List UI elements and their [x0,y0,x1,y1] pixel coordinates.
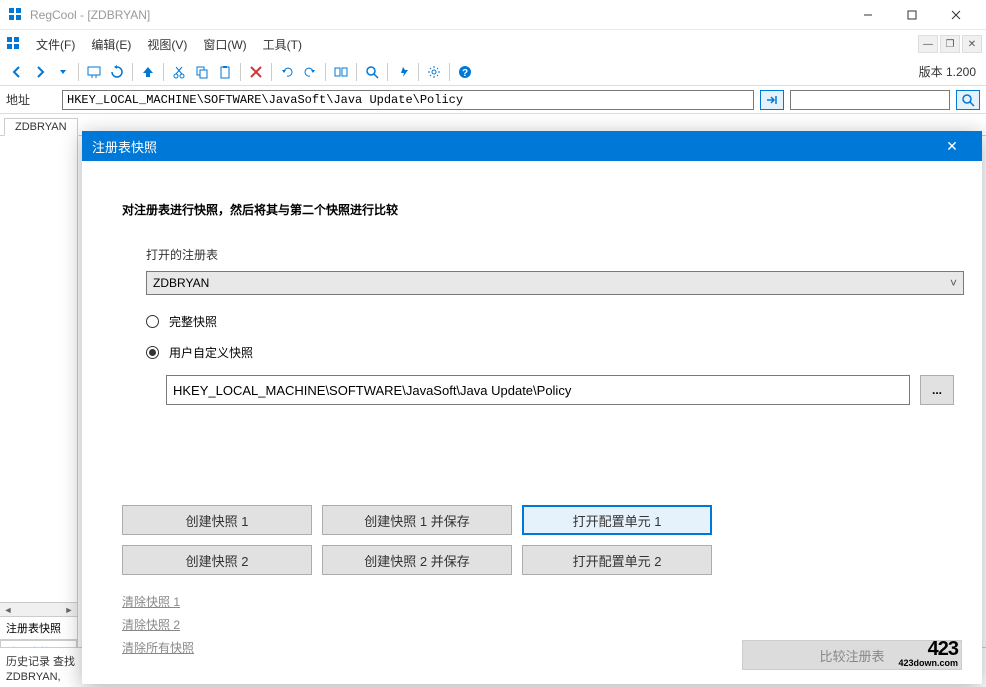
tree-view[interactable] [0,136,77,602]
svg-text:?: ? [462,68,468,79]
dialog-titlebar: 注册表快照 ✕ [82,131,982,161]
forward-button[interactable] [29,61,51,83]
browse-button[interactable]: ... [920,375,954,405]
search-input[interactable] [790,90,950,110]
radio-custom-circle [146,346,159,359]
window-titlebar: RegCool - [ZDBRYAN] [0,0,986,30]
create-snapshot-2-save-button[interactable]: 创建快照 2 并保存 [322,545,512,575]
sidebar: ◄► 注册表快照 注册表快照 [0,136,78,663]
app-icon [8,7,24,23]
dialog-title: 注册表快照 [92,137,157,156]
version-label: 版本 1.200 [919,63,980,80]
help-icon[interactable]: ? [454,61,476,83]
horizontal-scrollbar[interactable]: ◄► [0,602,77,616]
maximize-button[interactable] [890,0,934,30]
menu-view[interactable]: 视图(V) [139,32,195,57]
redo-icon[interactable] [299,61,321,83]
registry-combo-value: ZDBRYAN [153,276,209,290]
menu-file[interactable]: 文件(F) [28,32,83,57]
sidebar-tab-snapshot-header: 注册表快照 [0,617,77,640]
radio-custom-snapshot[interactable]: 用户自定义快照 [146,344,954,361]
search-button[interactable] [956,90,980,110]
window-title: RegCool - [ZDBRYAN] [30,8,150,22]
open-config-unit-2-button[interactable]: 打开配置单元 2 [522,545,712,575]
custom-path-input[interactable] [166,375,910,405]
copy-icon[interactable] [191,61,213,83]
create-snapshot-1-button[interactable]: 创建快照 1 [122,505,312,535]
address-go-button[interactable] [760,90,784,110]
refresh-icon[interactable] [106,61,128,83]
toolbar: ? 版本 1.200 [0,58,986,86]
up-arrow-icon[interactable] [137,61,159,83]
snapshot-dialog: 注册表快照 ✕ 对注册表进行快照，然后将其与第二个快照进行比较 打开的注册表 Z… [82,131,982,684]
mdi-restore-button[interactable]: ❐ [940,35,960,53]
open-config-unit-1-button[interactable]: 打开配置单元 1 [522,505,712,535]
dialog-close-button[interactable]: ✕ [932,131,972,161]
radio-full-label: 完整快照 [169,313,217,330]
undo-icon[interactable] [276,61,298,83]
radio-custom-label: 用户自定义快照 [169,344,253,361]
create-snapshot-2-button[interactable]: 创建快照 2 [122,545,312,575]
dropdown-arrow[interactable] [52,61,74,83]
mdi-minimize-button[interactable]: — [918,35,938,53]
tab-main[interactable]: ZDBRYAN [4,118,78,136]
radio-full-snapshot[interactable]: 完整快照 [146,313,954,330]
search-icon[interactable] [361,61,383,83]
close-button[interactable] [934,0,978,30]
create-snapshot-1-save-button[interactable]: 创建快照 1 并保存 [322,505,512,535]
settings-icon[interactable] [423,61,445,83]
clear-snapshot-1-link[interactable]: 清除快照 1 [122,593,954,610]
address-input[interactable] [62,90,754,110]
mdi-close-button[interactable]: ✕ [962,35,982,53]
watermark: 423 423down.com [898,639,958,668]
menu-tools[interactable]: 工具(T) [255,32,310,57]
delete-icon[interactable] [245,61,267,83]
dialog-description: 对注册表进行快照，然后将其与第二个快照进行比较 [122,201,954,218]
snapshot-icon[interactable] [392,61,414,83]
open-registry-label: 打开的注册表 [146,246,954,263]
menu-window[interactable]: 窗口(W) [195,32,254,57]
compare-icon[interactable] [330,61,352,83]
registry-combo[interactable]: ZDBRYAN [146,271,964,295]
address-bar: 地址 [0,86,986,114]
cut-icon[interactable] [168,61,190,83]
desktop-icon[interactable] [83,61,105,83]
paste-icon[interactable] [214,61,236,83]
radio-full-circle [146,315,159,328]
minimize-button[interactable] [846,0,890,30]
address-label: 地址 [6,91,56,108]
back-button[interactable] [6,61,28,83]
menubar-app-icon [6,36,22,52]
menu-edit[interactable]: 编辑(E) [83,32,139,57]
menubar: 文件(F) 编辑(E) 视图(V) 窗口(W) 工具(T) — ❐ ✕ [0,30,986,58]
clear-snapshot-2-link[interactable]: 清除快照 2 [122,616,954,633]
